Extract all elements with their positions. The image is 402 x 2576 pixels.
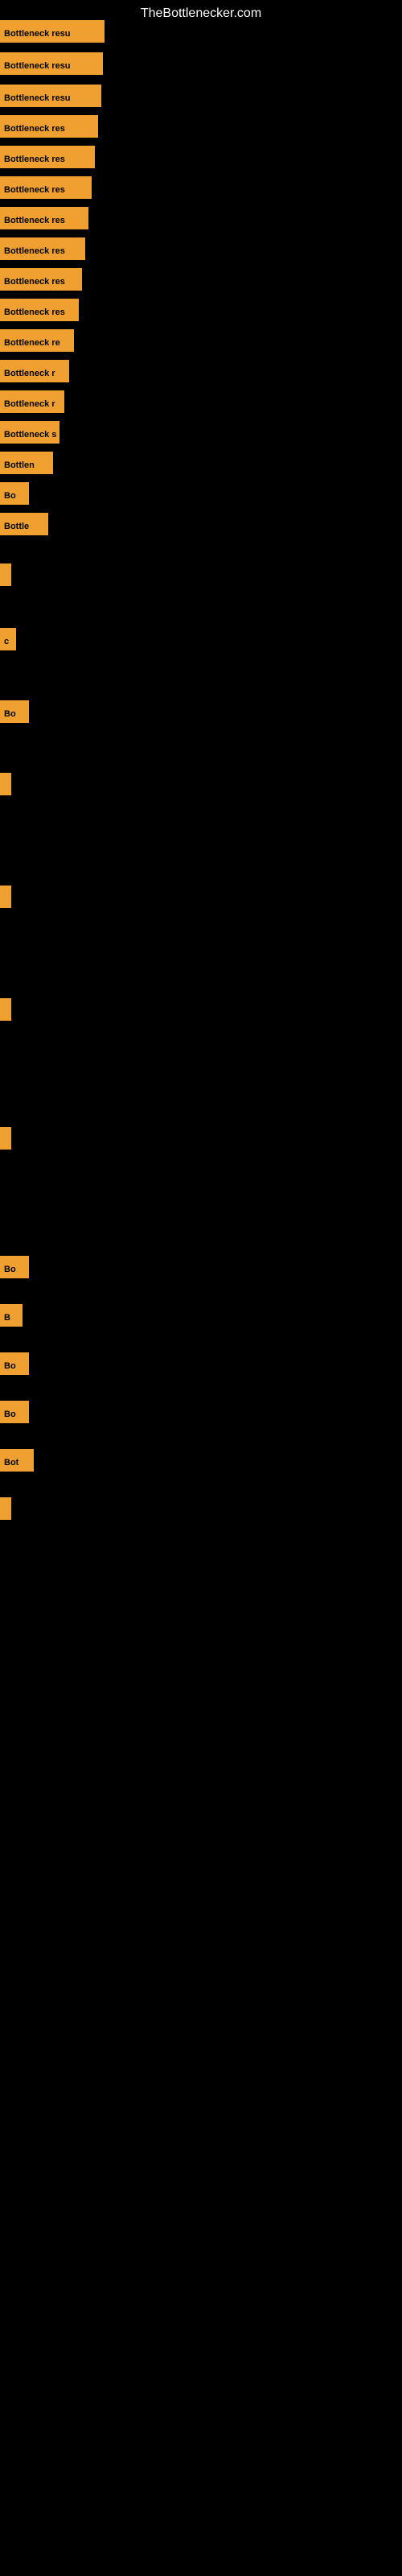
bar-label: Bottleneck r [0,360,69,382]
chart-container: TheBottlenecker.com Bottleneck resuBottl… [0,0,402,2576]
bar-label: Bottleneck res [0,299,79,321]
bar-label [0,773,11,795]
bar-item: Bot [0,1449,34,1472]
bar-item: Bottleneck resu [0,85,101,107]
bar-label: Bottleneck resu [0,52,103,75]
bar-item: Bo [0,1401,29,1423]
bar-item: Bottleneck r [0,390,64,413]
bar-label: Bo [0,1401,29,1423]
bar-label [0,998,11,1021]
bar-label: Bottle [0,513,48,535]
bar-item: Bottleneck res [0,115,98,138]
bar-label: Bot [0,1449,34,1472]
bar-label: Bo [0,482,29,505]
bar-item: Bottleneck res [0,176,92,199]
bar-label: Bottleneck r [0,390,64,413]
bar-item: Bo [0,700,29,723]
bar-label [0,564,11,586]
bar-item: Bo [0,1256,29,1278]
bar-label: Bottleneck res [0,237,85,260]
bar-label: Bottleneck res [0,207,88,229]
bar-item: Bottle [0,513,48,535]
bar-item [0,773,11,795]
bar-label [0,1127,11,1150]
bar-item: B [0,1304,23,1327]
bar-label: Bottleneck resu [0,20,105,43]
bar-label: Bottleneck res [0,115,98,138]
bar-item: Bottleneck r [0,360,69,382]
bar-item: Bottleneck s [0,421,59,444]
bar-item: Bottleneck re [0,329,74,352]
bar-item [0,1497,11,1520]
bar-label [0,886,11,908]
bar-item [0,886,11,908]
bar-item: Bo [0,1352,29,1375]
bar-label [0,1497,11,1520]
bar-item: Bo [0,482,29,505]
bar-label: Bo [0,1256,29,1278]
bar-label: Bottleneck res [0,268,82,291]
bar-label: Bottleneck s [0,421,59,444]
bar-item: Bottleneck resu [0,52,103,75]
bar-label: c [0,628,16,650]
bar-item [0,564,11,586]
bar-item: Bottleneck res [0,207,88,229]
bar-label: Bottleneck res [0,146,95,168]
bar-item: Bottleneck res [0,237,85,260]
bar-item [0,998,11,1021]
bar-label: Bottleneck resu [0,85,101,107]
bar-item: Bottlen [0,452,53,474]
bar-item: Bottleneck resu [0,20,105,43]
bar-label: Bottlen [0,452,53,474]
bar-item: c [0,628,16,650]
bar-item: Bottleneck res [0,146,95,168]
bar-item: Bottleneck res [0,299,79,321]
bar-label: Bo [0,1352,29,1375]
bar-label: B [0,1304,23,1327]
bar-label: Bo [0,700,29,723]
bar-item: Bottleneck res [0,268,82,291]
bar-label: Bottleneck res [0,176,92,199]
bar-item [0,1127,11,1150]
bar-label: Bottleneck re [0,329,74,352]
